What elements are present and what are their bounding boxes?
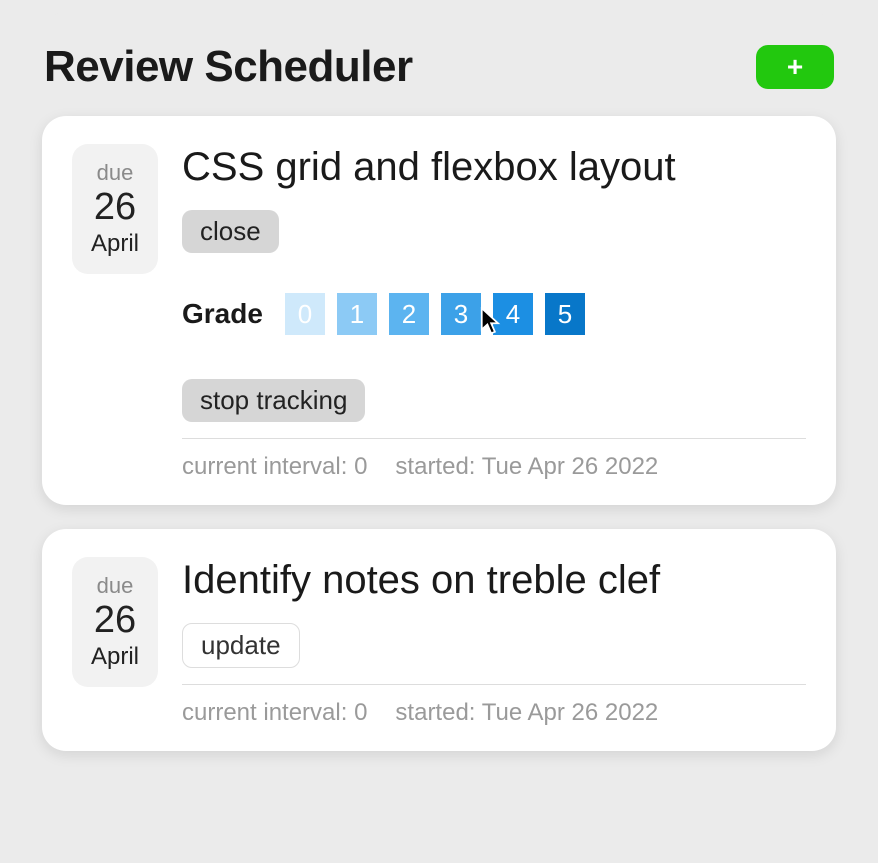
due-date-chip: due 26 April [72,557,158,687]
grade-button-1[interactable]: 1 [337,293,377,335]
started-text: started: Tue Apr 26 2022 [395,699,658,727]
started-text: started: Tue Apr 26 2022 [395,453,658,481]
due-label: due [97,160,134,186]
card-body: Identify notes on treble clef update cur… [182,557,806,727]
grade-button-0[interactable]: 0 [285,293,325,335]
add-item-button[interactable]: + [756,45,834,89]
review-scheduler-app: Review Scheduler + due 26 April CSS grid… [42,12,836,751]
due-label: due [97,573,134,599]
item-title: CSS grid and flexbox layout [182,144,806,190]
stop-tracking-button[interactable]: stop tracking [182,379,365,422]
due-date-chip: due 26 April [72,144,158,274]
secondary-actions: stop tracking [182,379,806,422]
review-item-card: due 26 April Identify notes on treble cl… [42,529,836,751]
meta-row: current interval: 0 started: Tue Apr 26 … [182,699,806,727]
divider [182,438,806,439]
toggle-expand-button[interactable]: update [182,623,300,668]
review-item-card: due 26 April CSS grid and flexbox layout… [42,116,836,505]
item-title: Identify notes on treble clef [182,557,806,603]
grade-button-4[interactable]: 4 [493,293,533,335]
grade-buttons: 0 1 2 3 4 5 [285,293,585,335]
grade-button-3[interactable]: 3 [441,293,481,335]
grade-label: Grade [182,298,263,330]
page-title: Review Scheduler [44,42,413,92]
interval-text: current interval: 0 [182,453,367,481]
card-body: CSS grid and flexbox layout close Grade … [182,144,806,481]
due-day: 26 [94,188,136,228]
due-month: April [91,230,139,258]
due-month: April [91,643,139,671]
grade-row: Grade 0 1 2 3 4 5 [182,293,806,335]
header: Review Scheduler + [42,42,836,116]
divider [182,684,806,685]
grade-button-5[interactable]: 5 [545,293,585,335]
meta-row: current interval: 0 started: Tue Apr 26 … [182,453,806,481]
plus-icon: + [787,53,803,81]
interval-text: current interval: 0 [182,699,367,727]
toggle-expand-button[interactable]: close [182,210,279,253]
grade-button-2[interactable]: 2 [389,293,429,335]
due-day: 26 [94,601,136,641]
